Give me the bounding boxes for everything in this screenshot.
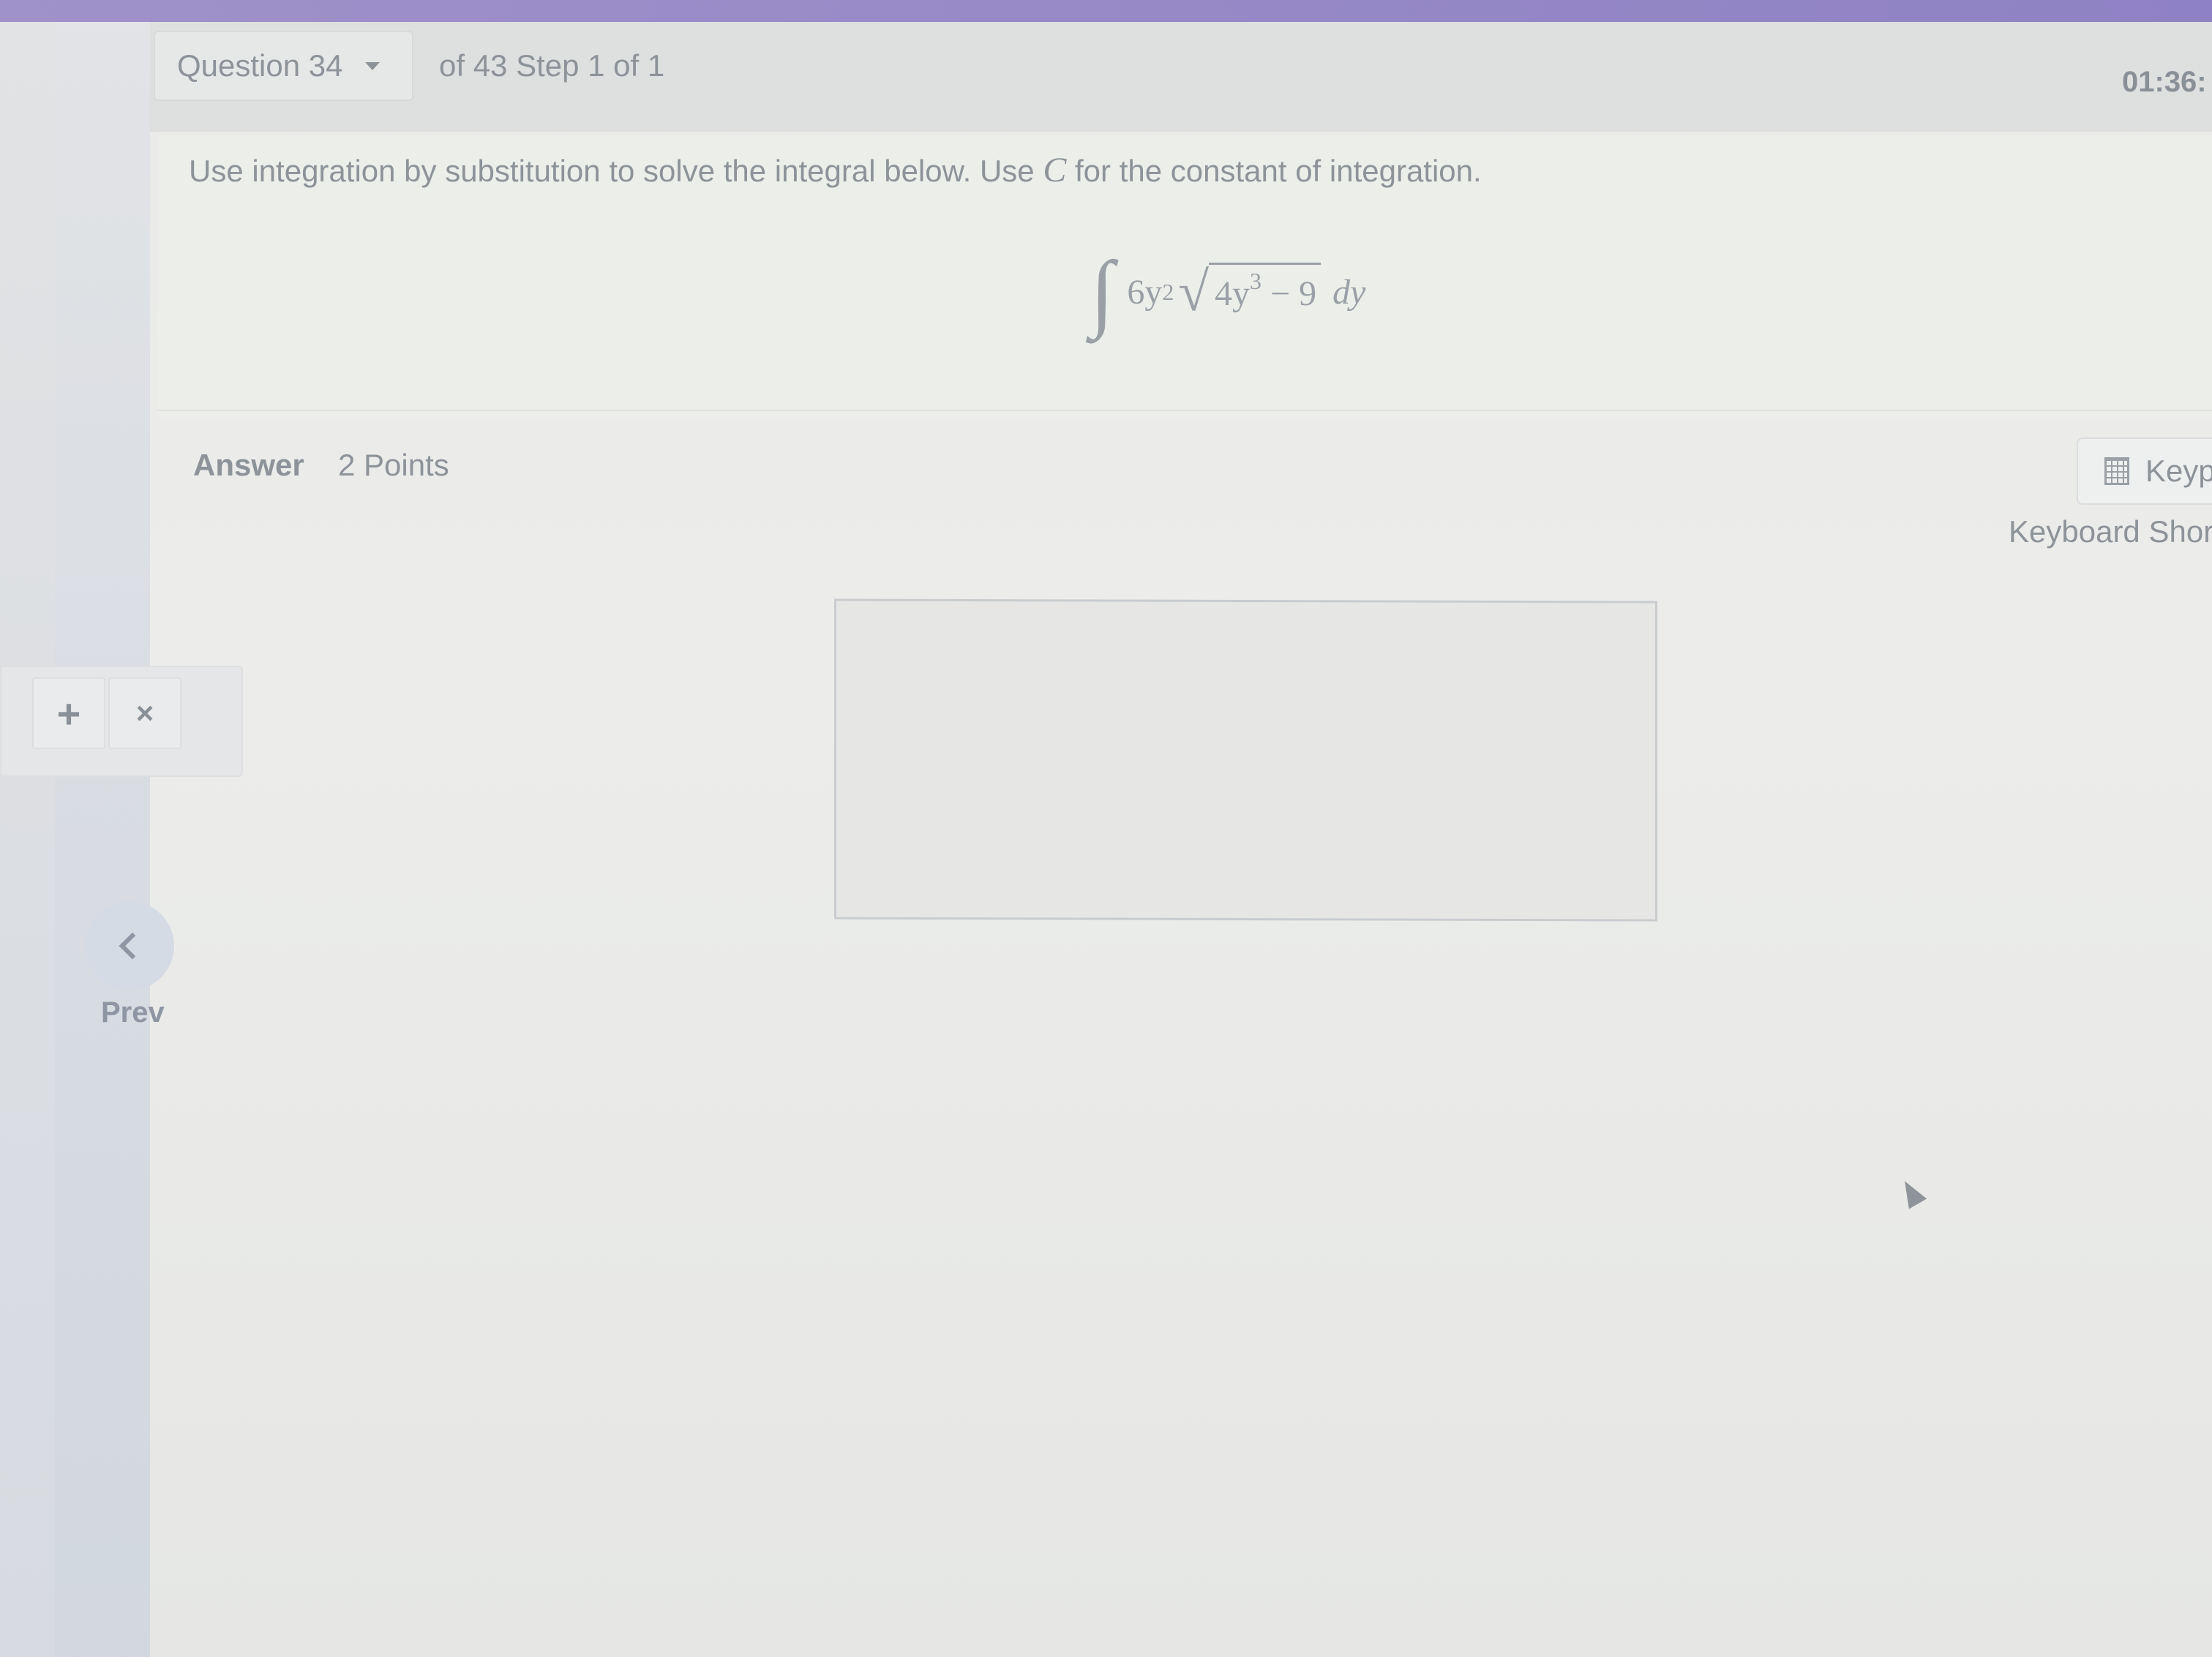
step-progress-text: of 43 Step 1 of 1 bbox=[439, 48, 665, 83]
question-prompt: Use integration by substitution to solve… bbox=[189, 150, 1482, 190]
close-icon: × bbox=[135, 696, 154, 730]
top-accent-bar bbox=[0, 0, 2212, 22]
prompt-text-after: for the constant of integration. bbox=[1066, 154, 1482, 188]
prev-button[interactable] bbox=[85, 901, 174, 991]
integral-expression: ∫ 6y 2 √ 4y3 − 9 dy bbox=[1090, 249, 1365, 335]
differential: dy bbox=[1332, 272, 1366, 312]
plus-icon: + bbox=[56, 690, 81, 737]
square-root: √ 4y3 − 9 bbox=[1178, 261, 1321, 323]
answer-tools-group: + × bbox=[0, 666, 243, 777]
radical-sign-icon: √ bbox=[1178, 261, 1210, 323]
timer: 01:36: bbox=[2122, 66, 2207, 98]
chevron-left-icon bbox=[119, 932, 146, 960]
radicand-rest: − 9 bbox=[1261, 274, 1317, 313]
prev-label[interactable]: Prev bbox=[101, 996, 165, 1029]
radicand-exponent: 3 bbox=[1250, 268, 1262, 294]
section-divider bbox=[157, 410, 2212, 411]
radicand-base: 4y bbox=[1215, 274, 1251, 313]
keypad-button[interactable]: Keyp bbox=[2077, 437, 2212, 505]
keypad-button-label: Keyp bbox=[2145, 454, 2212, 488]
add-button[interactable]: + bbox=[32, 677, 105, 749]
answer-label: Answer bbox=[193, 448, 304, 482]
prompt-text-before: Use integration by substitution to solve… bbox=[189, 154, 1043, 188]
integrand-exponent: 2 bbox=[1162, 278, 1174, 305]
caret-down-icon bbox=[364, 61, 380, 70]
points-label: 2 Points bbox=[338, 448, 449, 482]
radicand: 4y3 − 9 bbox=[1209, 263, 1321, 314]
question-selector-dropdown[interactable]: Question 34 bbox=[154, 31, 413, 101]
answer-input-box[interactable] bbox=[834, 598, 1657, 922]
keyboard-shortcuts-link[interactable]: Keyboard Shor bbox=[2009, 514, 2212, 549]
calculator-icon bbox=[2104, 457, 2129, 485]
integrand-coefficient: 6y bbox=[1127, 272, 1163, 312]
remove-button[interactable]: × bbox=[108, 677, 181, 749]
question-selector-label: Question 34 bbox=[177, 48, 343, 83]
prompt-constant-variable: C bbox=[1043, 151, 1067, 189]
integral-sign-icon: ∫ bbox=[1090, 244, 1114, 339]
